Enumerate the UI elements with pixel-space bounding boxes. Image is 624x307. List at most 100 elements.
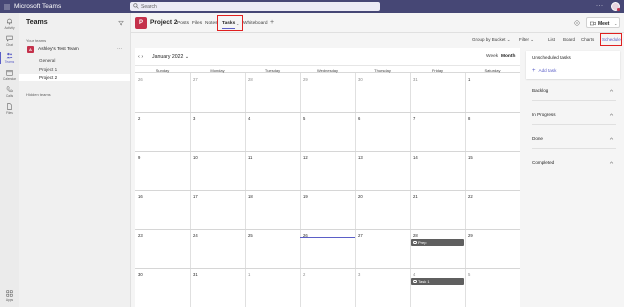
day-number[interactable]: 23 <box>138 233 143 238</box>
meet-button[interactable]: Meet ⌄ <box>586 17 620 28</box>
bucket-label: Completed <box>532 160 555 165</box>
chevron-up-icon <box>609 161 614 164</box>
day-number[interactable]: 26 <box>138 77 143 82</box>
view-board[interactable]: Board <box>563 37 575 42</box>
tab-notes[interactable]: Notes <box>205 21 218 26</box>
day-number[interactable]: 15 <box>468 155 473 160</box>
day-number[interactable]: 2 <box>303 272 305 277</box>
day-number[interactable]: 11 <box>248 155 252 160</box>
weekday-label: Saturday <box>484 68 501 73</box>
day-number[interactable]: 4 <box>248 116 250 121</box>
appbar-activity[interactable]: Activity <box>0 17 19 32</box>
day-number[interactable]: 31 <box>193 272 198 277</box>
filter-icon[interactable] <box>118 20 124 26</box>
tab-whiteboard[interactable]: Whiteboard <box>243 21 268 26</box>
task-checkbox[interactable] <box>413 279 417 283</box>
chevron-up-icon <box>609 89 614 92</box>
day-number[interactable]: 8 <box>468 116 470 121</box>
appbar-calendar[interactable]: Calendar <box>0 68 19 83</box>
day-number[interactable]: 3 <box>193 116 195 121</box>
chevron-up-icon <box>609 113 614 116</box>
day-number[interactable]: 21 <box>413 194 418 199</box>
day-number[interactable]: 17 <box>193 194 198 199</box>
day-number[interactable]: 6 <box>358 116 360 121</box>
day-number[interactable]: 19 <box>303 194 308 199</box>
tab-files[interactable]: Files <box>192 21 202 26</box>
more-options-button[interactable]: ··· <box>596 3 604 9</box>
search-icon <box>133 3 139 9</box>
day-number[interactable]: 29 <box>303 77 308 82</box>
weekday-label: Monday <box>210 68 225 73</box>
channel-project-2[interactable]: Project 2 <box>19 74 130 81</box>
channel-general[interactable]: General <box>19 57 130 64</box>
month-view-button[interactable]: Month <box>501 54 515 59</box>
bucket-backlog[interactable]: Backlog <box>532 87 616 95</box>
hidden-teams-heading[interactable]: Hidden teams <box>26 92 51 97</box>
appbar-chat[interactable]: Chat <box>0 34 19 49</box>
day-number[interactable]: 14 <box>413 155 418 160</box>
filter-dropdown[interactable]: Filter ⌄ <box>519 37 534 43</box>
appbar-label: Calendar <box>3 76 16 81</box>
conversation-icon[interactable] <box>574 20 580 26</box>
day-number[interactable]: 4 <box>413 272 415 277</box>
day-number[interactable]: 29 <box>468 233 473 238</box>
apps-icon <box>6 290 13 297</box>
add-tab-button[interactable]: + <box>270 19 274 26</box>
day-number[interactable]: 27 <box>358 233 363 238</box>
chevron-down-icon[interactable]: ⌄ <box>614 21 617 26</box>
day-number[interactable]: 28 <box>413 233 418 238</box>
month-picker[interactable]: January 2022 ⌄ <box>152 54 189 60</box>
day-number[interactable]: 22 <box>468 194 473 199</box>
day-number[interactable]: 12 <box>303 155 308 160</box>
view-charts[interactable]: Charts <box>581 37 594 42</box>
app-launcher-icon[interactable] <box>4 3 10 10</box>
tab-posts[interactable]: Posts <box>177 21 189 26</box>
appbar-teams[interactable]: Teams <box>0 51 19 66</box>
day-number[interactable]: 25 <box>248 233 253 238</box>
bucket-completed[interactable]: Completed <box>532 159 616 167</box>
task-card[interactable]: Task 1 <box>411 278 464 285</box>
day-number[interactable]: 27 <box>193 77 198 82</box>
highlight-box-tasks <box>217 15 243 31</box>
search-input[interactable]: Search <box>130 2 380 11</box>
add-task-label: Add task <box>538 68 557 73</box>
day-number[interactable]: 20 <box>358 194 363 199</box>
task-checkbox[interactable] <box>413 240 417 244</box>
channel-project-1[interactable]: Project 1 <box>19 66 130 73</box>
team-name: Ashley's Test Team <box>38 47 79 52</box>
divider <box>532 124 616 125</box>
bucket-done[interactable]: Done <box>532 135 616 143</box>
bucket-in-progress[interactable]: In Progress <box>532 111 616 119</box>
day-number[interactable]: 31 <box>413 77 418 82</box>
day-number[interactable]: 24 <box>193 233 198 238</box>
day-number[interactable]: 2 <box>138 116 140 121</box>
team-item[interactable]: A Ashley's Test Team ··· <box>25 45 125 55</box>
appbar-files[interactable]: Files <box>0 102 19 117</box>
day-number[interactable]: 18 <box>248 194 253 199</box>
team-more-button[interactable]: ··· <box>117 46 122 52</box>
weekday-label: Sunday <box>155 68 170 73</box>
day-number[interactable]: 5 <box>468 272 470 277</box>
day-number[interactable]: 13 <box>358 155 363 160</box>
add-task-button[interactable]: + Add task <box>532 68 556 74</box>
user-avatar[interactable] <box>611 2 620 11</box>
week-view-button[interactable]: Week <box>486 54 498 59</box>
day-number[interactable]: 5 <box>303 116 305 121</box>
group-by-dropdown[interactable]: Group by Bucket ⌄ <box>472 37 511 43</box>
row-divider <box>135 112 520 113</box>
view-list[interactable]: List <box>548 37 555 42</box>
month-nav-arrows[interactable]: ‹ › <box>138 54 143 60</box>
day-number[interactable]: 7 <box>413 116 415 121</box>
appbar-apps[interactable]: Apps <box>0 289 19 304</box>
appbar-calls[interactable]: Calls <box>0 85 19 100</box>
task-card[interactable]: Prep <box>411 239 464 246</box>
day-number[interactable]: 9 <box>138 155 140 160</box>
day-number[interactable]: 10 <box>193 155 198 160</box>
day-number[interactable]: 30 <box>358 77 363 82</box>
day-number[interactable]: 1 <box>248 272 250 277</box>
day-number[interactable]: 3 <box>358 272 360 277</box>
day-number[interactable]: 30 <box>138 272 143 277</box>
day-number[interactable]: 1 <box>468 77 470 82</box>
day-number[interactable]: 16 <box>138 194 143 199</box>
day-number[interactable]: 28 <box>248 77 253 82</box>
